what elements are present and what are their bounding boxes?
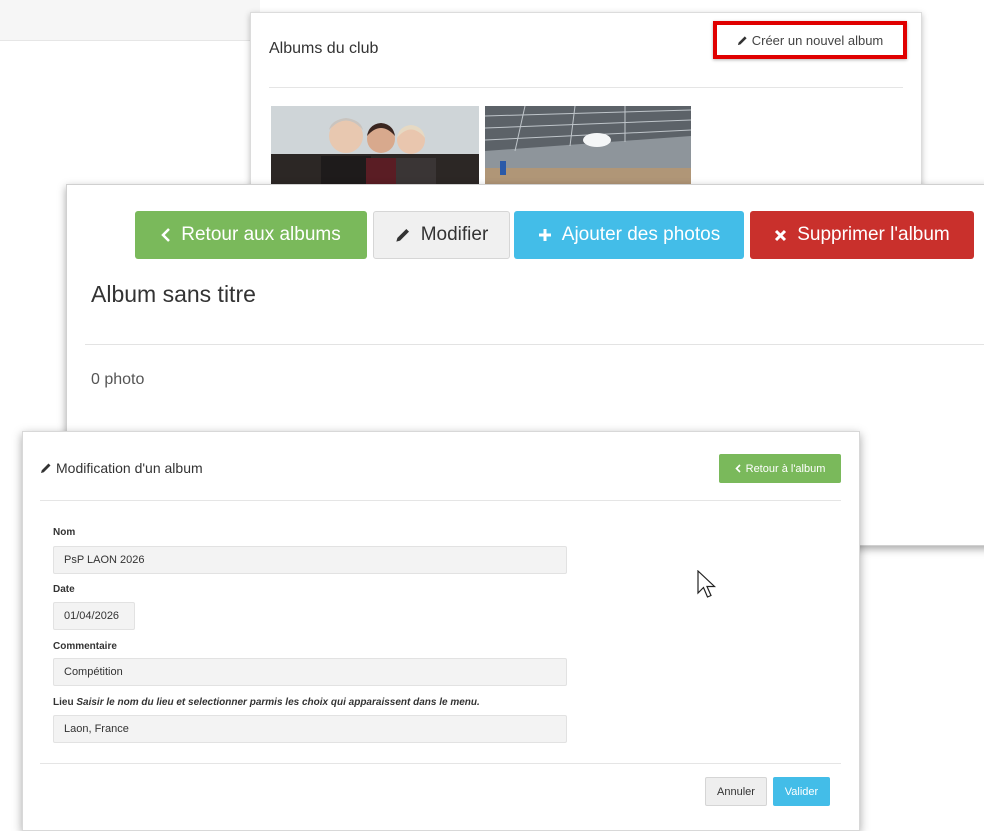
add-photos-button[interactable]: Ajouter des photos: [514, 211, 744, 259]
mouse-cursor-icon: [697, 570, 717, 600]
commentaire-label: Commentaire: [53, 641, 117, 652]
nom-input[interactable]: PsP LAON 2026: [53, 546, 567, 574]
divider: [269, 87, 903, 88]
back-to-album-button[interactable]: Retour à l'album: [719, 454, 841, 483]
back-to-albums-label: Retour aux albums: [181, 224, 341, 245]
edit-album-panel: Modification d'un album Retour à l'album…: [22, 431, 860, 831]
submit-button[interactable]: Valider: [773, 777, 830, 806]
commentaire-input[interactable]: Compétition: [53, 658, 567, 686]
back-to-albums-button[interactable]: Retour aux albums: [135, 211, 367, 259]
create-album-label: Créer un nouvel album: [751, 32, 884, 48]
date-label: Date: [53, 584, 75, 595]
albums-panel-title: Albums du club: [269, 40, 379, 57]
album-thumbnail[interactable]: [271, 106, 479, 186]
chevron-left-icon: [734, 464, 741, 473]
background-header-strip: [0, 0, 260, 41]
times-icon: [774, 229, 787, 242]
lieu-input[interactable]: Laon, France: [53, 715, 567, 743]
delete-album-button[interactable]: Supprimer l'album: [750, 211, 974, 259]
edit-album-label: Modifier: [420, 224, 489, 245]
back-to-album-label: Retour à l'album: [745, 462, 826, 475]
nom-label: Nom: [53, 527, 76, 538]
lieu-hint: Saisir le nom du lieu et selectionner pa…: [76, 697, 480, 708]
edit-panel-heading: Modification d'un album: [40, 460, 203, 476]
album-title: Album sans titre: [91, 281, 256, 307]
divider: [40, 763, 841, 764]
lieu-label: Lieu Saisir le nom du lieu et selectionn…: [53, 697, 480, 708]
divider: [85, 344, 984, 345]
pencil-icon: [395, 227, 411, 243]
pencil-icon: [737, 35, 748, 46]
cancel-button[interactable]: Annuler: [705, 777, 767, 806]
album-thumbnail[interactable]: [485, 106, 691, 186]
create-album-link[interactable]: Créer un nouvel album: [713, 21, 907, 59]
edit-panel-title: Modification d'un album: [56, 460, 203, 476]
date-input[interactable]: 01/04/2026: [53, 602, 135, 630]
lieu-label-text: Lieu: [53, 697, 74, 708]
add-photos-label: Ajouter des photos: [561, 224, 721, 245]
chevron-left-icon: [161, 228, 171, 242]
photo-count: 0 photo: [91, 371, 145, 388]
edit-album-button[interactable]: Modifier: [373, 211, 510, 259]
delete-album-label: Supprimer l'album: [797, 224, 950, 245]
plus-icon: [538, 228, 552, 242]
divider: [40, 500, 841, 501]
pencil-icon: [40, 462, 52, 474]
